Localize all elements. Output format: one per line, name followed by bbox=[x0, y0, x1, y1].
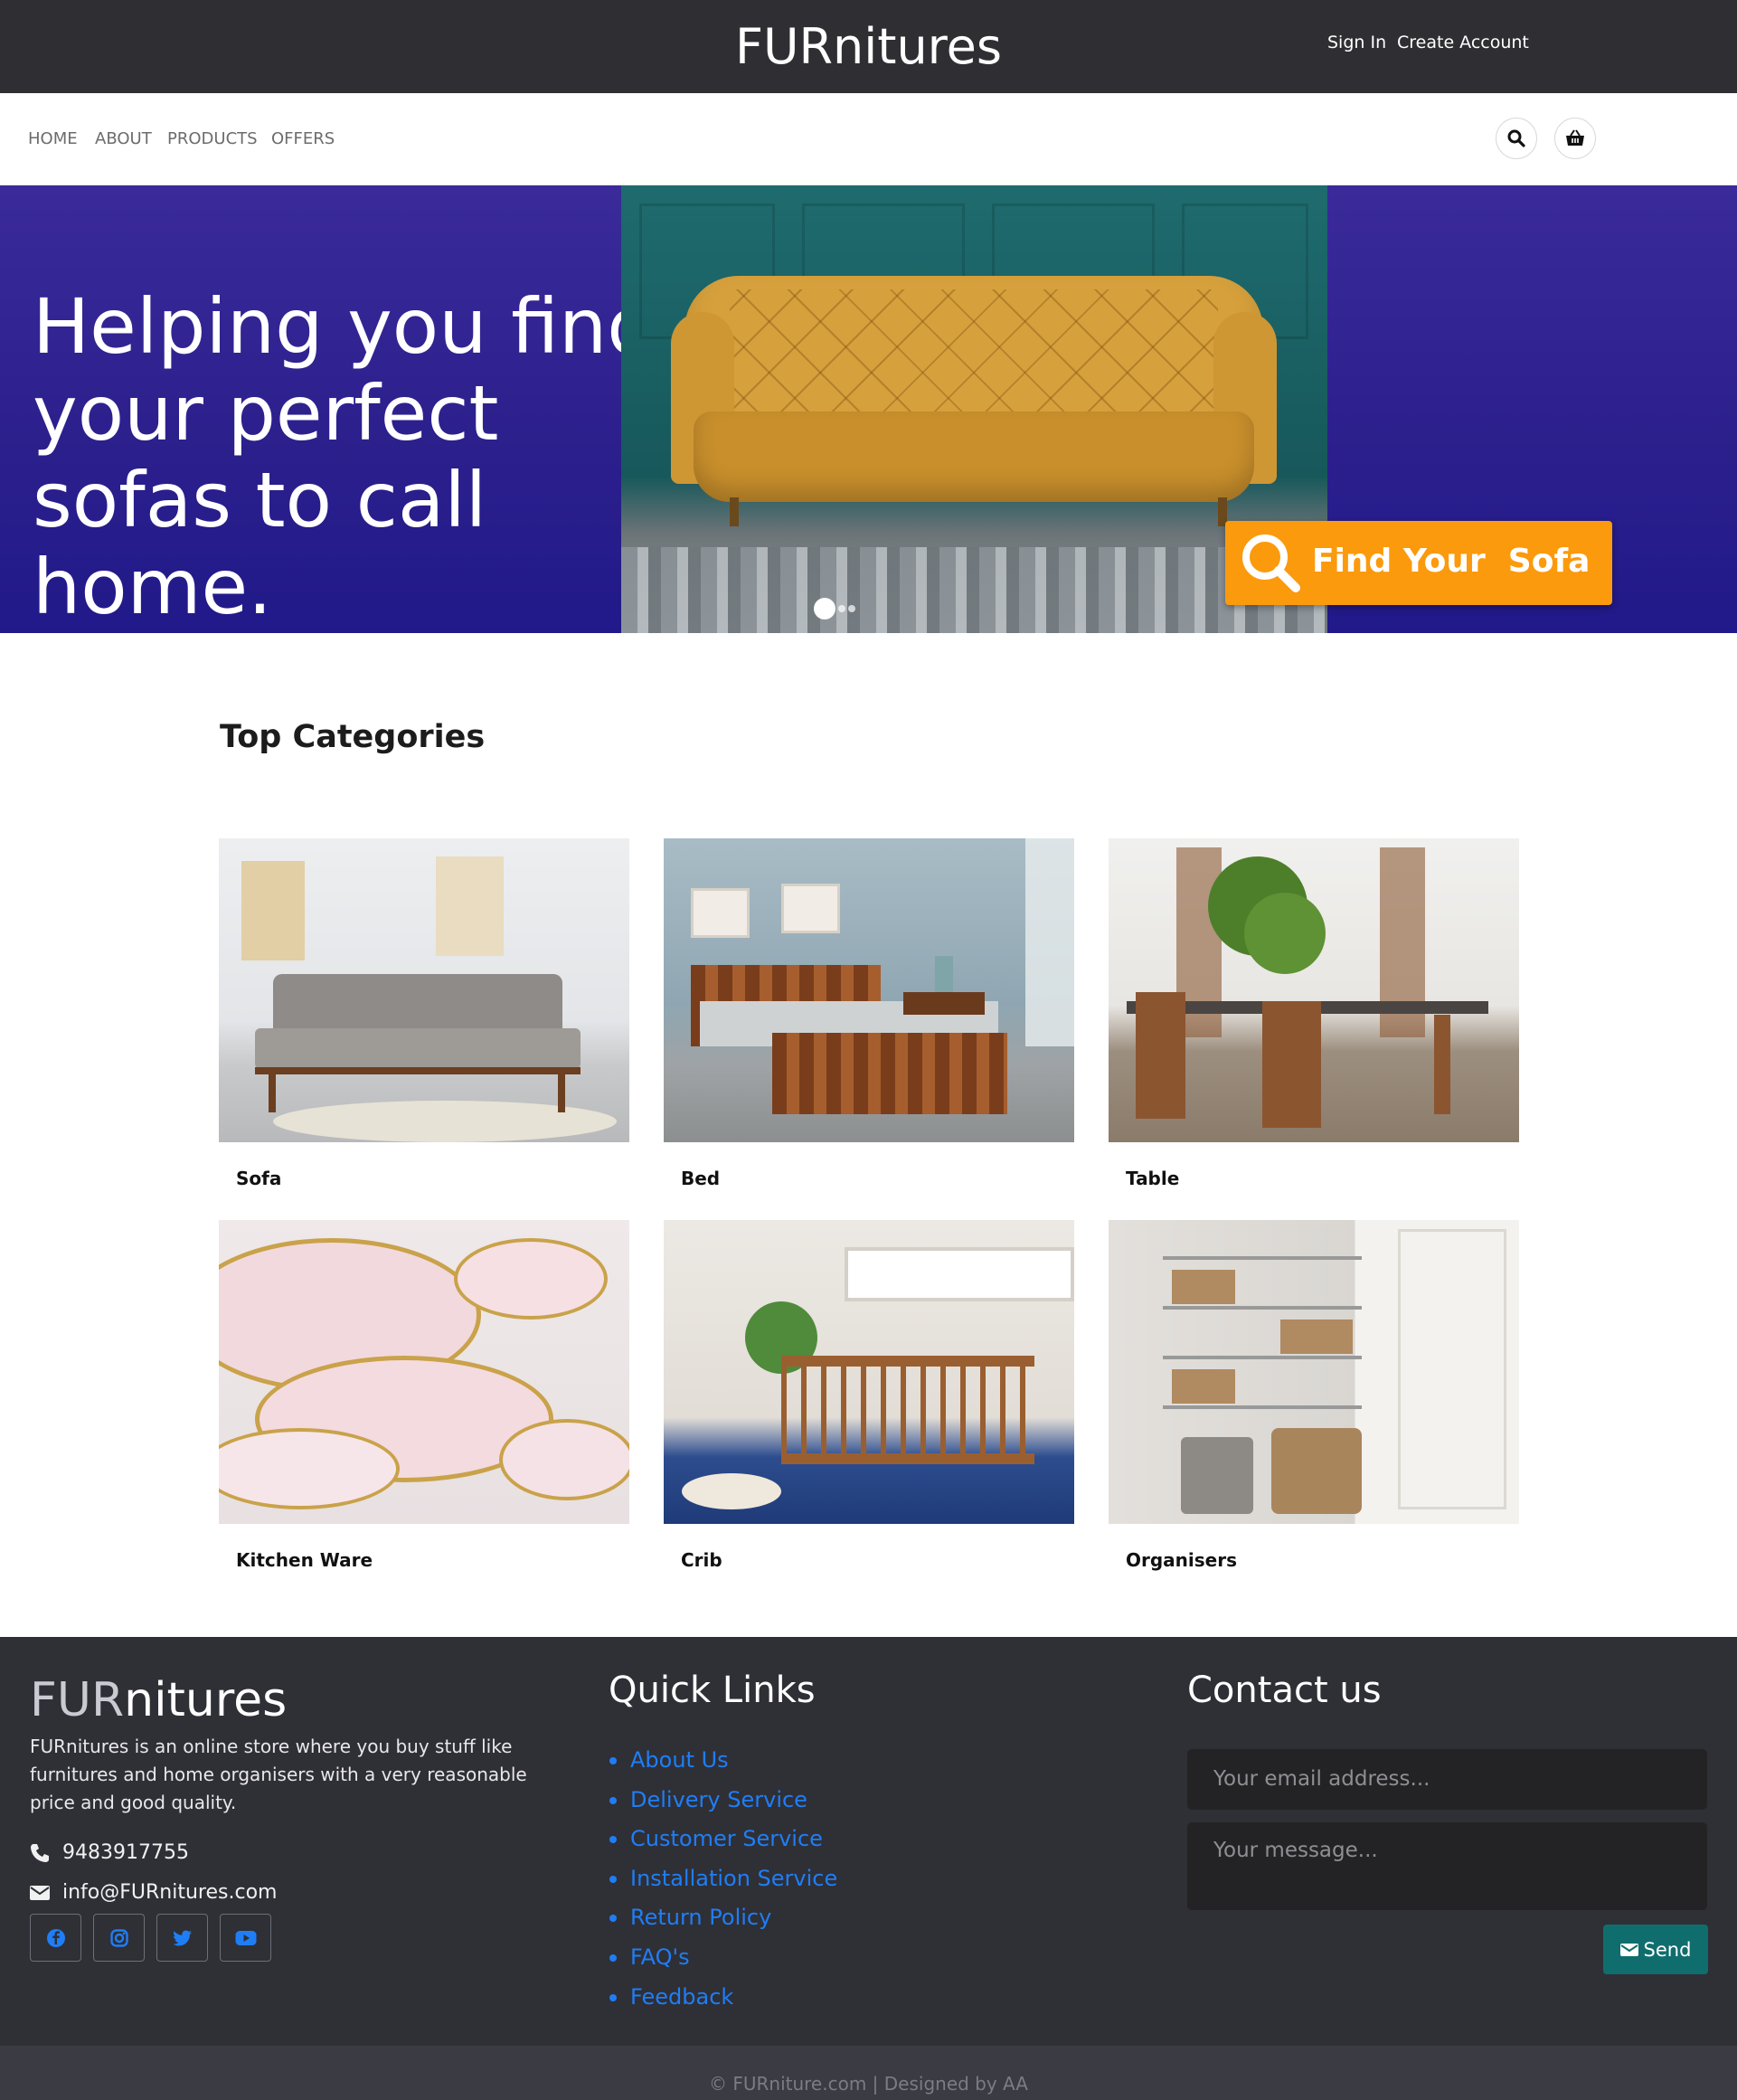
twitter-icon bbox=[172, 1930, 192, 1945]
send-button[interactable]: Send bbox=[1603, 1925, 1708, 1974]
send-label: Send bbox=[1643, 1938, 1692, 1961]
category-label: Sofa bbox=[236, 1168, 282, 1189]
footer-phone: 9483917755 bbox=[30, 1841, 189, 1864]
nav-products[interactable]: PRODUCTS bbox=[167, 129, 258, 148]
instagram-icon bbox=[109, 1928, 128, 1947]
category-card-kitchen-ware[interactable]: Kitchen Ware bbox=[219, 1220, 629, 1595]
category-card-bed[interactable]: Bed bbox=[664, 838, 1074, 1214]
category-card-table[interactable]: Table bbox=[1109, 838, 1519, 1214]
category-label: Table bbox=[1126, 1168, 1180, 1189]
carousel-dot-1[interactable] bbox=[814, 598, 835, 620]
find-your-sofa-button[interactable]: Find Your Sofa bbox=[1225, 521, 1612, 605]
category-card-organisers[interactable]: Organisers bbox=[1109, 1220, 1519, 1595]
phone-number[interactable]: 9483917755 bbox=[62, 1841, 189, 1864]
facebook-icon bbox=[46, 1928, 65, 1947]
link-feedback[interactable]: Feedback bbox=[609, 1984, 837, 2024]
youtube-icon bbox=[235, 1930, 256, 1945]
category-card-crib[interactable]: Crib bbox=[664, 1220, 1074, 1595]
email-address[interactable]: info@FURnitures.com bbox=[62, 1881, 277, 1904]
link-customer-service[interactable]: Customer Service bbox=[609, 1826, 837, 1866]
message-textarea[interactable]: Your message... bbox=[1187, 1822, 1707, 1910]
bed-image bbox=[664, 838, 1074, 1142]
crib-image bbox=[664, 1220, 1074, 1524]
carousel-dot-2[interactable] bbox=[838, 605, 845, 612]
envelope-icon bbox=[1619, 1943, 1638, 1956]
facebook-button[interactable] bbox=[30, 1914, 81, 1962]
instagram-button[interactable] bbox=[93, 1914, 145, 1962]
email-input[interactable]: Your email address... bbox=[1187, 1749, 1707, 1810]
category-label: Kitchen Ware bbox=[236, 1549, 373, 1571]
category-card-sofa[interactable]: Sofa bbox=[219, 838, 629, 1214]
create-account-link[interactable]: Create Account bbox=[1397, 33, 1529, 52]
link-installation-service[interactable]: Installation Service bbox=[609, 1866, 837, 1906]
sign-in-link[interactable]: Sign In bbox=[1327, 33, 1386, 52]
main-nav: HOME ABOUT PRODUCTS OFFERS bbox=[0, 93, 1737, 185]
hero-title: Helping you find your perfect sofas to c… bbox=[33, 282, 656, 631]
table-image bbox=[1109, 838, 1519, 1142]
top-bar: FURnitures Sign In Create Account bbox=[0, 0, 1737, 93]
link-faqs[interactable]: FAQ's bbox=[609, 1944, 837, 1984]
quick-links-title: Quick Links bbox=[609, 1670, 816, 1711]
footer-description: FURnitures is an online store where you … bbox=[30, 1736, 527, 1813]
nav-home[interactable]: HOME bbox=[28, 129, 78, 148]
footer-logo: FURnitures bbox=[30, 1673, 288, 1727]
category-label: Crib bbox=[681, 1549, 722, 1571]
contact-title: Contact us bbox=[1187, 1670, 1382, 1711]
nav-offers[interactable]: OFFERS bbox=[271, 129, 335, 148]
cta-label: Find Your Sofa bbox=[1312, 543, 1591, 580]
organisers-image bbox=[1109, 1220, 1519, 1524]
link-delivery-service[interactable]: Delivery Service bbox=[609, 1787, 837, 1827]
magnifier-icon bbox=[1242, 534, 1300, 592]
quick-links-list: About Us Delivery Service Customer Servi… bbox=[609, 1747, 837, 2024]
category-label: Bed bbox=[681, 1168, 721, 1189]
footer: FURnitures FURnitures is an online store… bbox=[0, 1637, 1737, 2046]
phone-icon bbox=[31, 1843, 49, 1862]
link-about-us[interactable]: About Us bbox=[609, 1747, 837, 1787]
message-placeholder: Your message... bbox=[1213, 1839, 1378, 1862]
hero-sofa-image bbox=[621, 185, 1327, 633]
envelope-icon bbox=[30, 1885, 50, 1900]
footer-email: info@FURnitures.com bbox=[30, 1881, 277, 1904]
twitter-button[interactable] bbox=[156, 1914, 208, 1962]
hero-carousel[interactable]: Helping you find your perfect sofas to c… bbox=[0, 185, 1737, 633]
sofa-image bbox=[219, 838, 629, 1142]
kitchen-ware-image bbox=[219, 1220, 629, 1524]
categories-title: Top Categories bbox=[220, 719, 486, 755]
search-icon bbox=[1507, 129, 1525, 147]
email-placeholder: Your email address... bbox=[1213, 1767, 1430, 1791]
carousel-dot-3[interactable] bbox=[848, 605, 855, 612]
copyright: © FURniture.com | Designed by AA bbox=[0, 2046, 1737, 2100]
nav-about[interactable]: ABOUT bbox=[95, 129, 152, 148]
basket-icon bbox=[1566, 129, 1584, 146]
youtube-button[interactable] bbox=[220, 1914, 271, 1962]
cart-button[interactable] bbox=[1554, 118, 1596, 159]
category-label: Organisers bbox=[1126, 1549, 1238, 1571]
search-button[interactable] bbox=[1496, 118, 1537, 159]
link-return-policy[interactable]: Return Policy bbox=[609, 1905, 837, 1944]
